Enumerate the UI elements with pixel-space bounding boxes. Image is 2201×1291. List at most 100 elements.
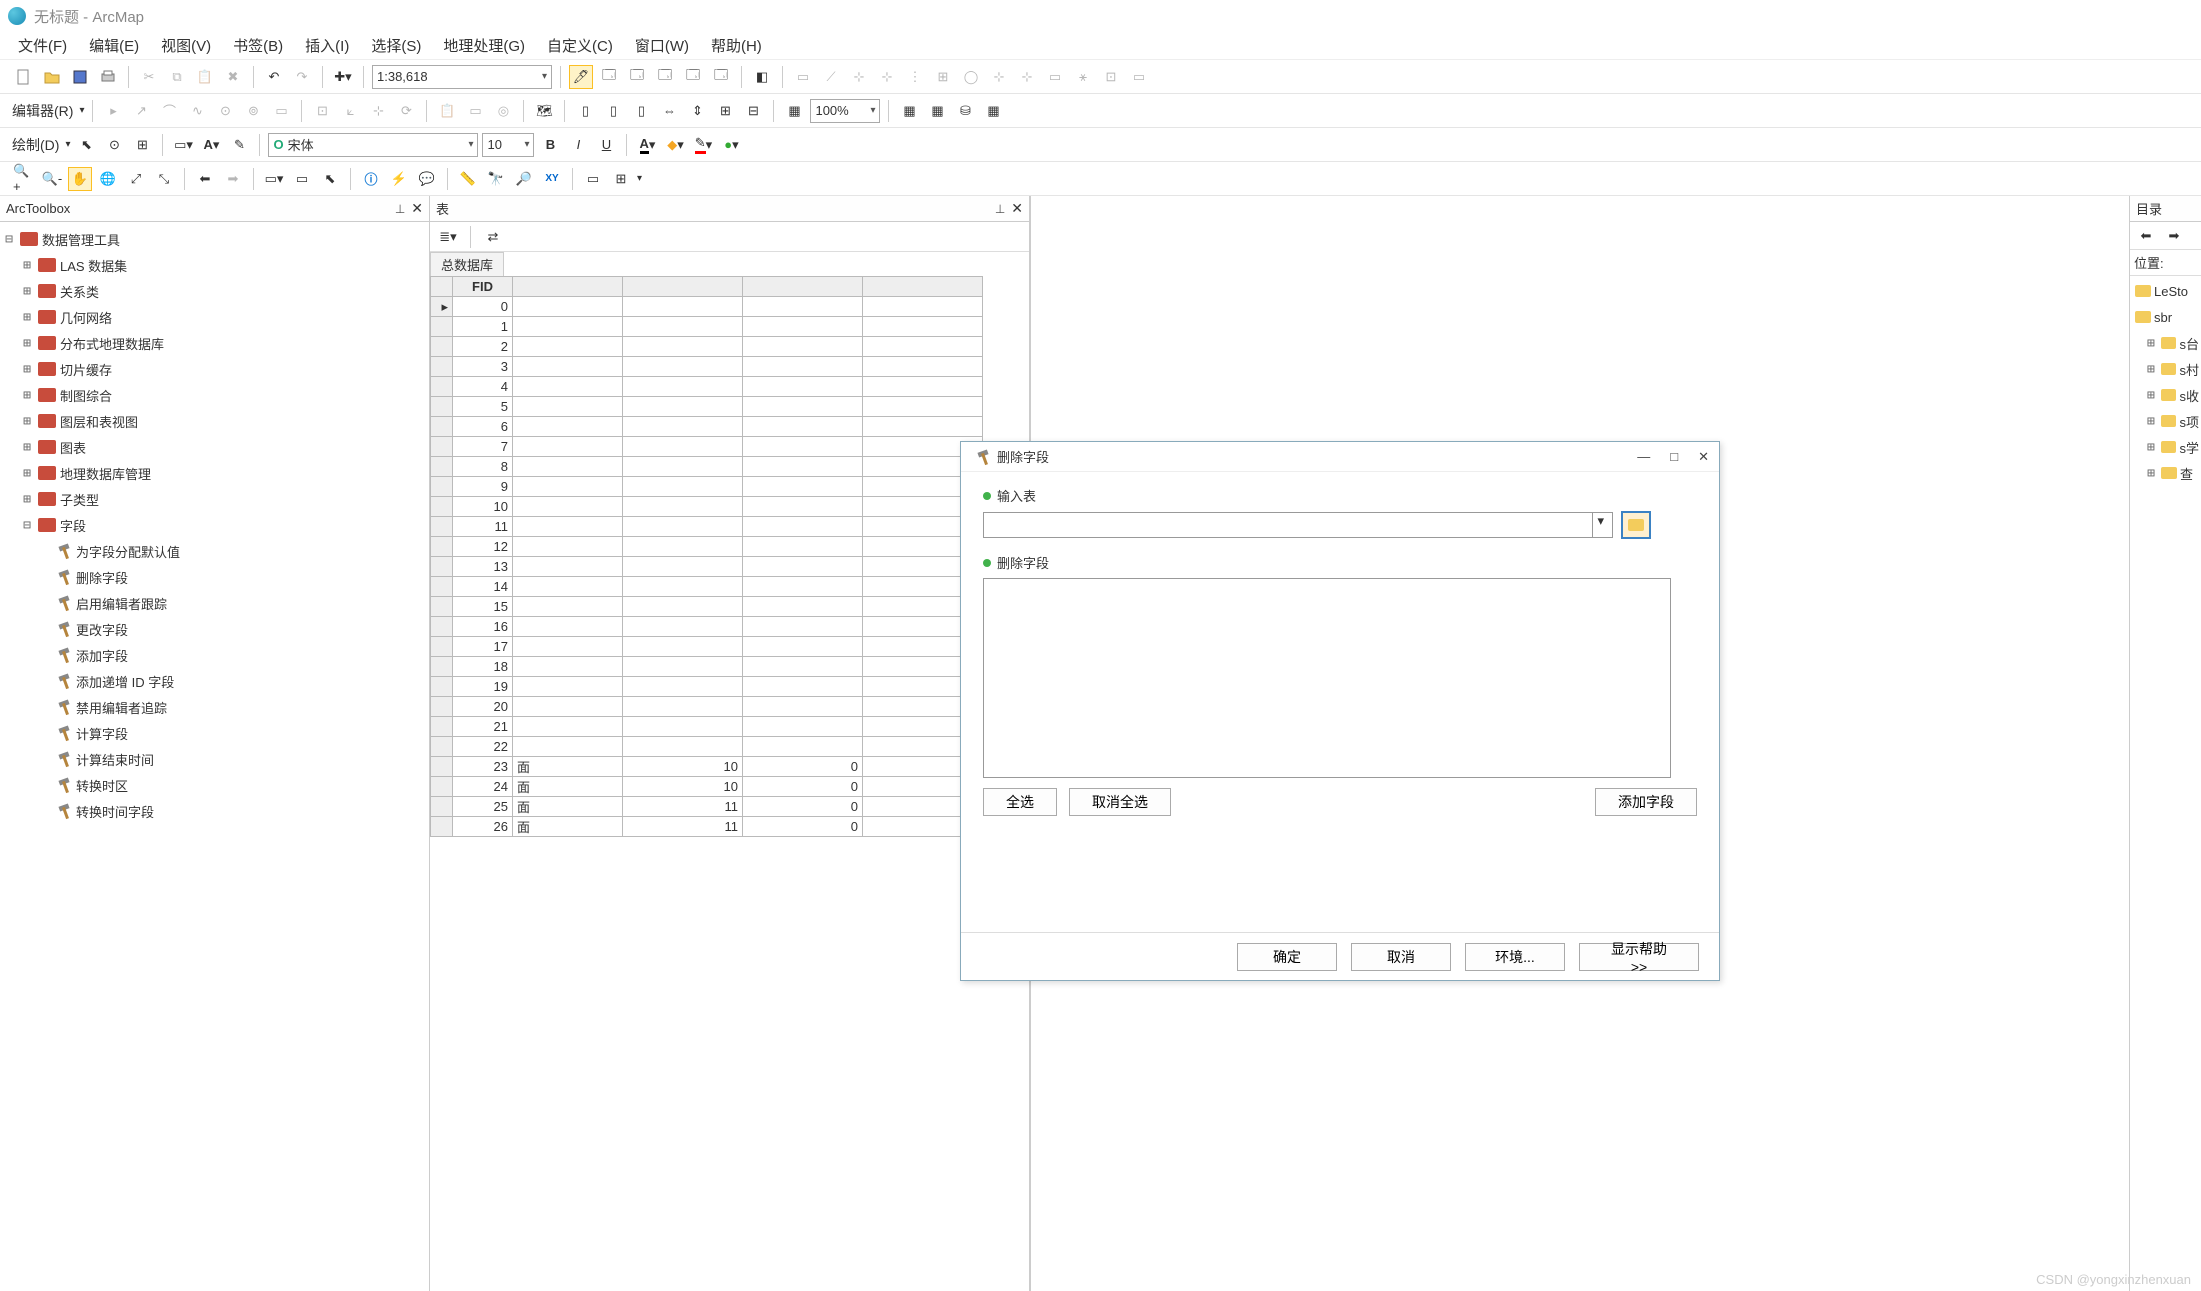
- environments-button[interactable]: 环境...: [1465, 943, 1565, 971]
- bold-icon[interactable]: B: [538, 133, 562, 157]
- catalog-subfolder[interactable]: ⊞查: [2132, 460, 2199, 486]
- tree-tool[interactable]: 禁用编辑者追踪: [2, 694, 427, 720]
- tree-tool[interactable]: 转换时间字段: [2, 798, 427, 824]
- table-row[interactable]: 26面1100: [431, 817, 983, 837]
- scale-combo[interactable]: 1:38,618 ▾: [372, 65, 552, 89]
- table-row[interactable]: 25面1100: [431, 797, 983, 817]
- add-field-button[interactable]: 添加字段: [1595, 788, 1697, 816]
- ok-button[interactable]: 确定: [1237, 943, 1337, 971]
- table-row[interactable]: 12: [431, 537, 983, 557]
- show-help-button[interactable]: 显示帮助 >>: [1579, 943, 1699, 971]
- tree-tool[interactable]: 为字段分配默认值: [2, 538, 427, 564]
- table-row[interactable]: 21: [431, 717, 983, 737]
- find-icon[interactable]: 🔭: [484, 167, 508, 191]
- table-row[interactable]: 10: [431, 497, 983, 517]
- group-icon[interactable]: ⊞: [713, 99, 737, 123]
- marker-color-icon[interactable]: ●▾: [719, 133, 743, 157]
- catalog-window-icon[interactable]: 🗔: [625, 65, 649, 89]
- underline-icon[interactable]: U: [594, 133, 618, 157]
- menu-geoprocessing[interactable]: 地理处理(G): [443, 35, 525, 56]
- fixed-zoom-in-icon[interactable]: ⤢: [124, 167, 148, 191]
- table-row[interactable]: 8: [431, 457, 983, 477]
- open-icon[interactable]: [40, 65, 64, 89]
- catalog-subfolder[interactable]: ⊞s项: [2132, 408, 2199, 434]
- fields-listbox[interactable]: [983, 578, 1671, 778]
- back-icon[interactable]: ⬅: [2134, 224, 2158, 248]
- add-data-icon[interactable]: ✚▾: [331, 65, 355, 89]
- attribute-table[interactable]: FID ▸01234567891011121314151617181920212…: [430, 276, 983, 837]
- line-color-icon[interactable]: ✎▾: [691, 133, 715, 157]
- toc-icon[interactable]: 🗔: [597, 65, 621, 89]
- effects-icon-1[interactable]: ▦: [897, 99, 921, 123]
- related-tables-icon[interactable]: ⇄: [481, 225, 505, 249]
- tree-tool[interactable]: 计算字段: [2, 720, 427, 746]
- menu-bookmarks[interactable]: 书签(B): [233, 35, 283, 56]
- menu-window[interactable]: 窗口(W): [635, 35, 689, 56]
- minimize-icon[interactable]: —: [1637, 449, 1650, 465]
- table-row[interactable]: 23面1000: [431, 757, 983, 777]
- table-row[interactable]: 13: [431, 557, 983, 577]
- tree-group-fields[interactable]: ⊟字段: [2, 512, 427, 538]
- menu-selection[interactable]: 选择(S): [371, 35, 421, 56]
- tree-group[interactable]: ⊞图层和表视图: [2, 408, 427, 434]
- browse-button[interactable]: [1621, 511, 1651, 539]
- select-all-button[interactable]: 全选: [983, 788, 1057, 816]
- close-icon[interactable]: ✕: [1011, 200, 1023, 217]
- ungroup-icon[interactable]: ⊟: [741, 99, 765, 123]
- tree-group[interactable]: ⊞制图综合: [2, 382, 427, 408]
- font-combo[interactable]: O 宋体 ▾: [268, 133, 478, 157]
- zoom-combo[interactable]: 100% ▾: [810, 99, 880, 123]
- pan-icon[interactable]: ✋: [68, 167, 92, 191]
- back-extent-icon[interactable]: ⬅: [193, 167, 217, 191]
- chevron-down-icon[interactable]: ▾: [65, 139, 70, 150]
- catalog-tree[interactable]: LeSto sbr ⊞s台⊞s村⊞s收⊞s项⊞s学⊞查: [2130, 276, 2201, 1291]
- arctoolbox-window-icon[interactable]: 🗔: [681, 65, 705, 89]
- table-row[interactable]: 17: [431, 637, 983, 657]
- close-icon[interactable]: ✕: [411, 200, 423, 217]
- tree-tool[interactable]: 计算结束时间: [2, 746, 427, 772]
- html-popup-icon[interactable]: 💬: [415, 167, 439, 191]
- chevron-down-icon[interactable]: ▾: [79, 105, 84, 116]
- select-element-icon[interactable]: ⬉: [74, 133, 98, 157]
- catalog-subfolder[interactable]: ⊞s村: [2132, 356, 2199, 382]
- col-fid[interactable]: FID: [453, 277, 513, 297]
- table-row[interactable]: 9: [431, 477, 983, 497]
- zoom-out-icon[interactable]: 🔍-: [40, 167, 64, 191]
- measure-icon[interactable]: 📏: [456, 167, 480, 191]
- layout-icon[interactable]: ▦: [782, 99, 806, 123]
- table-row[interactable]: 24面1000: [431, 777, 983, 797]
- table-row[interactable]: 4: [431, 377, 983, 397]
- forward-icon[interactable]: ➡: [2162, 224, 2186, 248]
- table-row[interactable]: 18: [431, 657, 983, 677]
- menu-view[interactable]: 视图(V): [161, 35, 211, 56]
- font-size-combo[interactable]: 10 ▾: [482, 133, 534, 157]
- tree-group[interactable]: ⊞关系类: [2, 278, 427, 304]
- dialog-titlebar[interactable]: 删除字段 — □ ✕: [961, 442, 1719, 472]
- menu-edit[interactable]: 编辑(E): [89, 35, 139, 56]
- find-route-icon[interactable]: 🔎: [512, 167, 536, 191]
- cancel-button[interactable]: 取消: [1351, 943, 1451, 971]
- text-icon[interactable]: A▾: [199, 133, 223, 157]
- fixed-zoom-out-icon[interactable]: ⤡: [152, 167, 176, 191]
- save-icon[interactable]: [68, 65, 92, 89]
- tree-tool[interactable]: 添加字段: [2, 642, 427, 668]
- table-row[interactable]: 15: [431, 597, 983, 617]
- pin-icon[interactable]: ⊥: [395, 202, 405, 216]
- rectangle-icon[interactable]: ▭▾: [171, 133, 195, 157]
- distribute-v-icon[interactable]: ⇕: [685, 99, 709, 123]
- editor-label[interactable]: 编辑器(R): [12, 101, 73, 121]
- align-center-icon[interactable]: ▯: [601, 99, 625, 123]
- catalog-folder[interactable]: sbr: [2132, 304, 2199, 330]
- tree-group[interactable]: ⊞几何网络: [2, 304, 427, 330]
- time-slider-icon[interactable]: ▭: [581, 167, 605, 191]
- table-row[interactable]: 2: [431, 337, 983, 357]
- table-row[interactable]: 7: [431, 437, 983, 457]
- chevron-down-icon[interactable]: ▾: [637, 173, 642, 184]
- table-row[interactable]: ▸0: [431, 297, 983, 317]
- table-row[interactable]: 11: [431, 517, 983, 537]
- clear-selection-icon[interactable]: ▭: [290, 167, 314, 191]
- zoom-in-icon[interactable]: 🔍+: [12, 167, 36, 191]
- tree-tool[interactable]: 启用编辑者跟踪: [2, 590, 427, 616]
- edit-vertices-icon[interactable]: ✎: [227, 133, 251, 157]
- catalog-subfolder[interactable]: ⊞s台: [2132, 330, 2199, 356]
